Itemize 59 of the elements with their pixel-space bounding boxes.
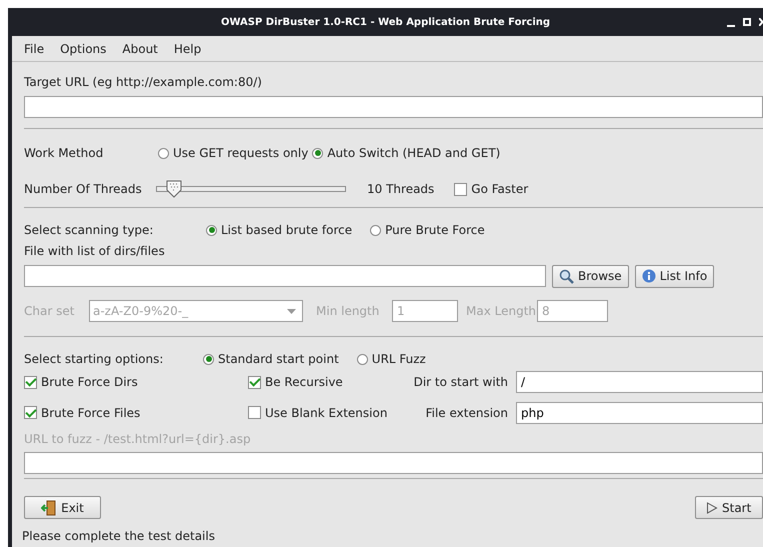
field-label: File extension (424, 406, 509, 420)
minimize-icon (727, 24, 735, 26)
field-label: Select scanning type: (24, 223, 154, 237)
extension-field[interactable]: php (516, 402, 763, 424)
field-label: Min length (316, 304, 380, 318)
checkbox[interactable] (454, 182, 468, 196)
door-icon (41, 500, 58, 516)
radio-label[interactable]: Pure Brute Force (385, 223, 485, 237)
close-icon (759, 18, 763, 26)
field-label: File with list of dirs/files (24, 243, 166, 259)
field-label: Number Of Threads (24, 182, 143, 196)
status-text: Please complete the test details (22, 528, 216, 544)
field-label: Dir to start with (412, 375, 509, 389)
radio-label[interactable]: Use GET requests only (173, 146, 308, 160)
list-info-button[interactable]: List Info (634, 264, 714, 288)
field-label: Target URL (eg http://example.com:80/) (24, 74, 263, 90)
checkbox-label[interactable]: Go Faster (471, 182, 528, 196)
menu-item[interactable]: About (114, 42, 166, 56)
dir-field[interactable]: / (516, 371, 763, 393)
radio-label[interactable]: Standard start point (218, 352, 339, 366)
field-label: Select starting options: (24, 352, 164, 366)
dropdown-caret-icon (287, 308, 296, 314)
checkbox-label[interactable]: Brute Force Files (41, 406, 140, 420)
play-icon (706, 502, 718, 514)
menu-item[interactable]: Options (52, 42, 114, 56)
maximize-icon (743, 18, 751, 26)
exit-button[interactable]: Exit (24, 496, 101, 519)
file-field[interactable] (24, 265, 546, 287)
info-icon (642, 269, 656, 283)
radio-label[interactable]: URL Fuzz (372, 352, 426, 366)
radio-button[interactable] (158, 148, 169, 158)
checkbox-label[interactable]: Brute Force Dirs (41, 375, 138, 389)
threads-reading: 10 Threads (367, 182, 434, 196)
menu-item[interactable]: Help (166, 42, 210, 56)
slider-thumb[interactable] (166, 180, 182, 198)
field-label: Work Method (24, 146, 104, 160)
checkbox[interactable] (24, 376, 37, 388)
menu-item[interactable]: File (16, 42, 52, 56)
field-label: Char set (24, 304, 76, 318)
radio-button[interactable] (370, 224, 382, 236)
radio-button[interactable] (356, 354, 368, 364)
checkbox-label[interactable]: Be Recursive (265, 375, 343, 389)
slider[interactable] (156, 180, 346, 198)
checkbox[interactable] (248, 406, 261, 419)
checkbox[interactable] (24, 406, 37, 419)
window-title: OWASP DirBuster 1.0-RC1 - Web Application Brute Forcing (220, 16, 550, 28)
radio-button[interactable] (203, 354, 214, 364)
checkbox-label[interactable]: Use Blank Extension (265, 406, 388, 420)
start-button[interactable]: Start (695, 496, 763, 519)
radio-button[interactable] (206, 224, 217, 236)
browse-button[interactable]: Browse (552, 264, 629, 288)
radio-label[interactable]: Auto Switch (HEAD and GET) (327, 146, 500, 160)
radio-button[interactable] (312, 148, 324, 158)
checkbox[interactable] (248, 376, 261, 388)
search-icon (559, 268, 574, 284)
field-label: Max Length (466, 304, 537, 318)
radio-label[interactable]: List based brute force (221, 223, 352, 237)
field-label: URL to fuzz - /test.html?url={dir}.asp (24, 431, 252, 447)
url-field[interactable] (24, 96, 763, 118)
